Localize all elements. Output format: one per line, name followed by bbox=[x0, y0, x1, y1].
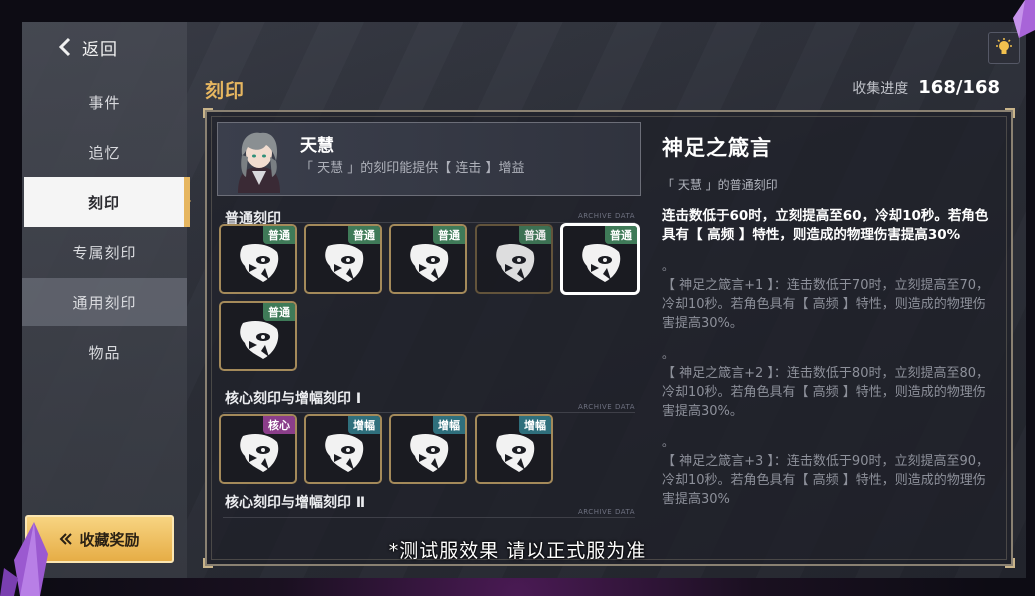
mask-icon bbox=[325, 434, 364, 472]
test-server-notice: *测试服效果 请以正式服为准 bbox=[388, 540, 647, 562]
progress-value: 168/168 bbox=[918, 77, 1000, 98]
stigma-card[interactable]: 增幅 bbox=[389, 414, 467, 484]
progress-label: 收集进度 bbox=[852, 81, 909, 97]
mask-icon bbox=[240, 434, 279, 472]
lightbulb-icon bbox=[996, 38, 1012, 54]
stigma-card[interactable]: 增幅 bbox=[475, 414, 553, 484]
section-label-core-amp-1: 核心刻印与增幅刻印 Ⅰ bbox=[225, 391, 362, 407]
divider bbox=[223, 412, 635, 413]
mask-icon bbox=[410, 434, 449, 472]
stigma-card[interactable]: 普通 bbox=[475, 224, 553, 294]
upgrade-text-1: 【 神足之箴言+1 】：连击数低于70时，立刻提高至70，冷却10秒。若角色具有… bbox=[662, 278, 990, 331]
mask-icon bbox=[240, 321, 279, 359]
nav-item-memories[interactable]: 追忆 bbox=[22, 128, 187, 176]
corner-ornament bbox=[203, 108, 213, 118]
character-name: 天慧 bbox=[300, 136, 334, 156]
mask-icon bbox=[496, 434, 535, 472]
stigma-card[interactable]: 普通 bbox=[304, 224, 382, 294]
upgrade-marker: 。 bbox=[662, 259, 675, 273]
collection-progress: 收集进度 168/168 bbox=[852, 77, 1000, 98]
nav-item-items[interactable]: 物品 bbox=[22, 328, 187, 376]
stigma-detail: 神足之箴言 「 天慧 」的普通刻印 连击数低于60时，立刻提高至60，冷却10秒… bbox=[662, 122, 992, 509]
upgrade-marker: 。 bbox=[662, 347, 675, 361]
mask-icon bbox=[240, 244, 279, 282]
divider bbox=[223, 517, 635, 518]
stigma-card-selected[interactable]: 普通 bbox=[561, 224, 639, 294]
section-label-core-amp-2: 核心刻印与增幅刻印 Ⅱ bbox=[225, 495, 366, 511]
mask-icon bbox=[496, 244, 535, 282]
character-description: 「 天慧 」的刻印能提供【 连击 】增益 bbox=[300, 161, 525, 176]
upgrade-marker: 。 bbox=[662, 435, 675, 449]
divider bbox=[223, 222, 635, 223]
sidebar: 返回 事件 追忆 刻印 专属刻印 通用刻印 物品 收藏奖励 bbox=[22, 22, 191, 578]
mask-icon bbox=[410, 244, 449, 282]
upgrade-text-2: 【 神足之箴言+2 】：连击数低于80时，立刻提高至80，冷却10秒。若角色具有… bbox=[662, 366, 990, 419]
detail-description: 连击数低于60时，立刻提高至60，冷却10秒。若角色具有【 高频 】特性，则造成… bbox=[662, 208, 989, 243]
archive-data-tag: ARCHIVE DATA bbox=[578, 508, 635, 516]
page-title: 刻印 bbox=[205, 80, 246, 102]
archive-data-tag: ARCHIVE DATA bbox=[578, 212, 635, 220]
mask-icon bbox=[582, 244, 621, 282]
back-label: 返回 bbox=[82, 39, 118, 60]
character-card: 天慧 「 天慧 」的刻印能提供【 连击 】增益 bbox=[217, 122, 641, 196]
nav-item-stigmata[interactable]: 刻印 bbox=[24, 177, 191, 227]
detail-title: 神足之箴言 bbox=[662, 136, 772, 160]
stigma-card[interactable]: 核心 bbox=[219, 414, 297, 484]
nav-item-exclusive-stigmata[interactable]: 专属刻印 bbox=[22, 228, 187, 276]
character-avatar bbox=[238, 132, 280, 193]
outer-frame: 返回 事件 追忆 刻印 专属刻印 通用刻印 物品 收藏奖励 刻印 收集进度 16… bbox=[0, 0, 1035, 596]
crystal-decoration bbox=[1013, 0, 1035, 38]
upgrade-text-3: 【 神足之箴言+3 】：连击数低于90时，立刻提高至90，冷却10秒。若角色具有… bbox=[662, 454, 990, 507]
detail-subtitle: 「 天慧 」的普通刻印 bbox=[662, 178, 778, 192]
back-button[interactable]: 返回 bbox=[58, 34, 118, 60]
game-screen: 返回 事件 追忆 刻印 专属刻印 通用刻印 物品 收藏奖励 刻印 收集进度 16… bbox=[22, 22, 1026, 578]
stigma-card[interactable]: 增幅 bbox=[304, 414, 382, 484]
chevron-left-icon bbox=[58, 37, 71, 57]
stigma-card[interactable]: 普通 bbox=[219, 301, 297, 371]
archive-data-tag: ARCHIVE DATA bbox=[578, 403, 635, 411]
nav-item-events[interactable]: 事件 bbox=[22, 78, 187, 126]
stigma-card[interactable]: 普通 bbox=[219, 224, 297, 294]
stigmata-panel: 天慧 「 天慧 」的刻印能提供【 连击 】增益 普通刻印 ARCHIVE DAT… bbox=[203, 108, 1015, 568]
stigma-card[interactable]: 普通 bbox=[389, 224, 467, 294]
corner-ornament bbox=[1005, 108, 1015, 118]
mask-icon bbox=[325, 244, 364, 282]
nav-item-general-stigmata[interactable]: 通用刻印 bbox=[22, 278, 187, 326]
